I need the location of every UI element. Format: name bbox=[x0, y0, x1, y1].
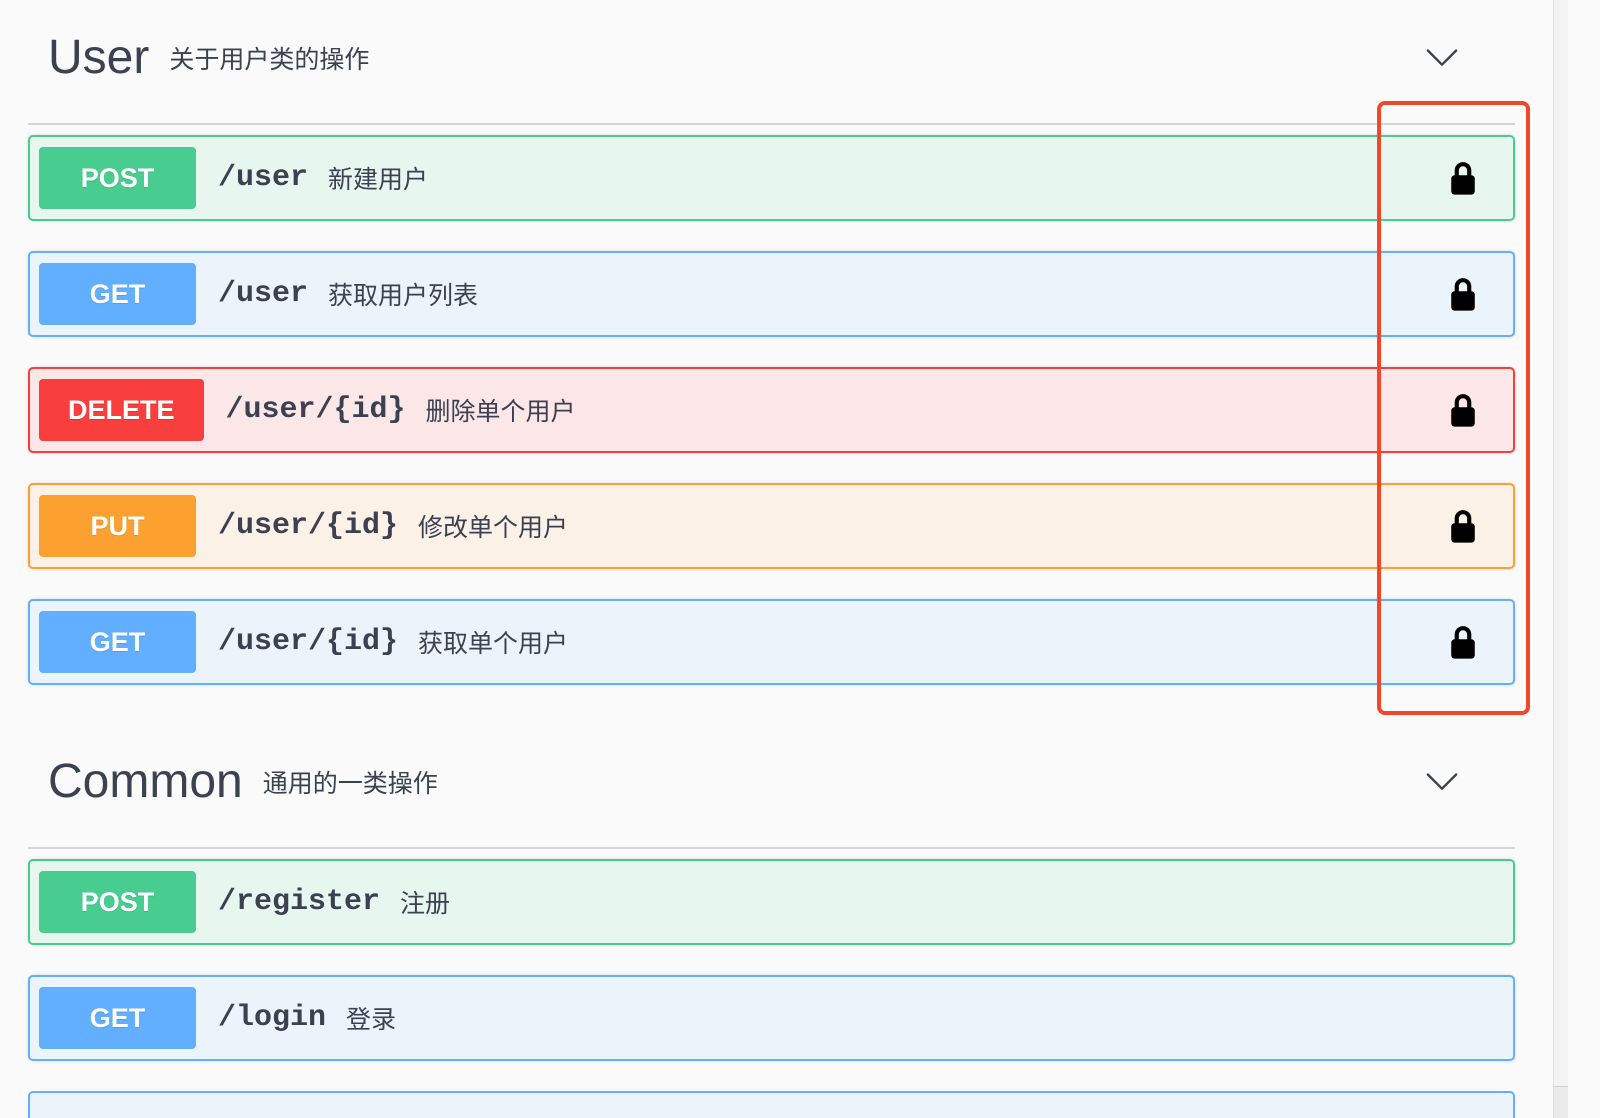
operation-path: /user/{id} bbox=[218, 625, 399, 659]
tag-description: 通用的一类操作 bbox=[262, 769, 438, 798]
operation-path: /user bbox=[218, 161, 309, 195]
operation-summary: 登录 bbox=[346, 1006, 397, 1034]
tag-header[interactable]: Common 通用的一类操作 bbox=[28, 724, 1515, 849]
operation-summary: 修改单个用户 bbox=[418, 514, 569, 542]
operation-row[interactable]: PUT/user/{id} 修改单个用户 bbox=[28, 483, 1515, 569]
operation-row[interactable]: POST/register 注册 bbox=[28, 859, 1515, 945]
tag-title: User bbox=[48, 30, 150, 84]
method-badge: POST bbox=[39, 871, 196, 933]
operation-path: /login bbox=[218, 1001, 327, 1035]
operation-summary: 获取单个用户 bbox=[418, 630, 569, 658]
tag-description: 关于用户类的操作 bbox=[169, 45, 370, 74]
tag-section-common: Common 通用的一类操作 POST/register 注册 GET/login 登… bbox=[28, 724, 1515, 1091]
operation-summary: 新建用户 bbox=[328, 166, 429, 194]
operation-row[interactable]: GET/login 登录 bbox=[28, 975, 1515, 1061]
operation-row[interactable]: DELETE/user/{id} 删除单个用户 bbox=[28, 367, 1515, 453]
lock-icon[interactable] bbox=[1449, 160, 1477, 196]
method-badge: POST bbox=[39, 147, 196, 209]
operation-summary: 删除单个用户 bbox=[425, 398, 576, 426]
operation-path: /user/{id} bbox=[218, 509, 399, 543]
operation-row[interactable]: POST/user 新建用户 bbox=[28, 135, 1515, 221]
operation-summary: 注册 bbox=[400, 890, 451, 918]
operation-summary: 获取用户列表 bbox=[328, 282, 479, 310]
chevron-down-icon[interactable] bbox=[1425, 48, 1459, 68]
lock-icon[interactable] bbox=[1449, 392, 1477, 428]
method-badge: DELETE bbox=[39, 379, 204, 441]
method-badge: GET bbox=[39, 263, 196, 325]
operation-path: /register bbox=[218, 885, 381, 919]
lock-icon[interactable] bbox=[1449, 624, 1477, 660]
scrollbar-corner bbox=[1553, 1086, 1568, 1118]
operation-list: POST/user 新建用户 GET/user 获取用户列表 DELETE/user/{… bbox=[28, 125, 1515, 685]
operation-row[interactable]: GET/user 获取用户列表 bbox=[28, 251, 1515, 337]
operation-path: /user bbox=[218, 277, 309, 311]
tag-header[interactable]: User 关于用户类的操作 bbox=[28, 0, 1515, 125]
operation-path: /user/{id} bbox=[225, 393, 406, 427]
lock-icon[interactable] bbox=[1449, 508, 1477, 544]
method-badge: GET bbox=[39, 611, 196, 673]
lock-icon[interactable] bbox=[1449, 276, 1477, 312]
tag-section-user: User 关于用户类的操作 POST/user 新建用户 GET/user 获取用户列… bbox=[28, 0, 1515, 715]
tag-title: Common bbox=[48, 754, 243, 808]
method-badge: GET bbox=[39, 987, 196, 1049]
operation-list: POST/register 注册 GET/login 登录 bbox=[28, 849, 1515, 1061]
chevron-down-icon[interactable] bbox=[1425, 772, 1459, 792]
operation-row[interactable]: GET/user/{id} 获取单个用户 bbox=[28, 599, 1515, 685]
scrollbar-track[interactable] bbox=[1553, 0, 1568, 1118]
partial-operation-row[interactable] bbox=[28, 1091, 1515, 1118]
method-badge: PUT bbox=[39, 495, 196, 557]
